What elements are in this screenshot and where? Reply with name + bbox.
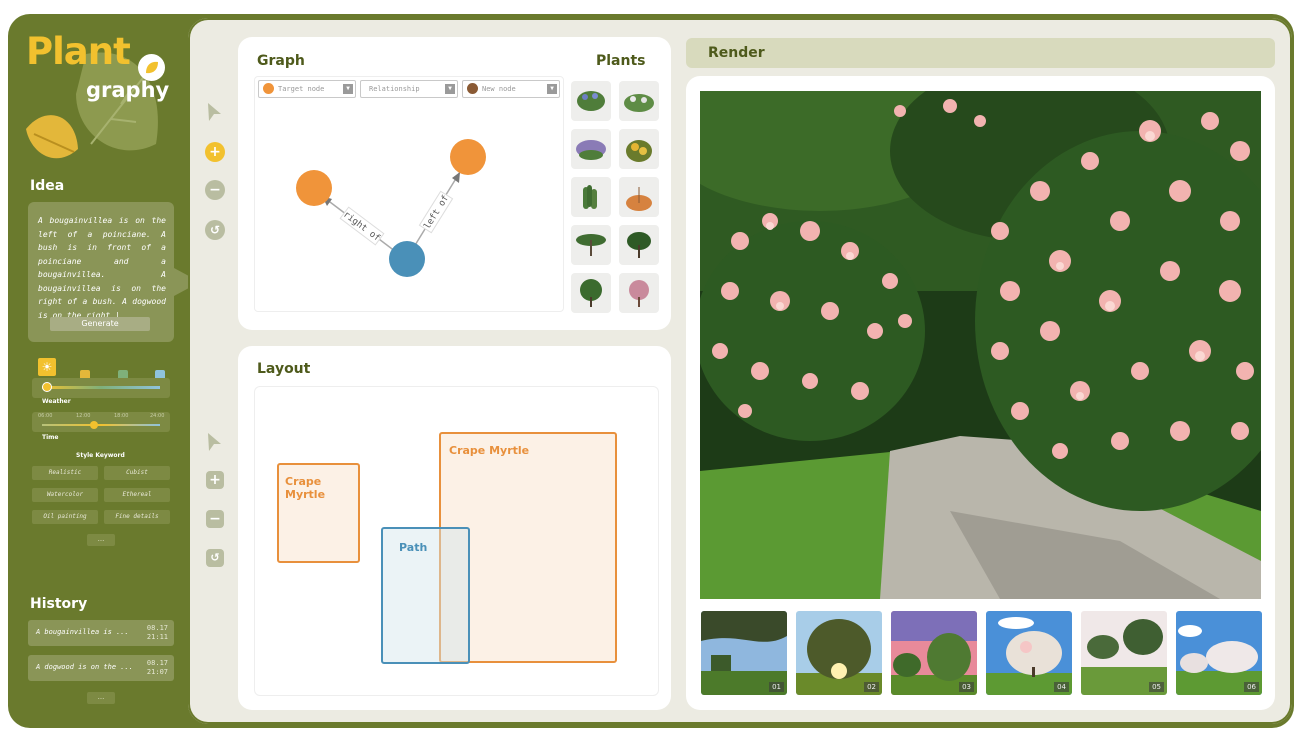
time-slider[interactable]: 06:00 12:00 18:00 24:00 — [32, 412, 170, 432]
layout-reset-icon[interactable]: ↺ — [206, 549, 224, 567]
idea-textarea[interactable]: A bougainvillea is on the left of a poin… — [38, 214, 166, 322]
plant-thumb[interactable] — [619, 177, 659, 217]
target-node-placeholder: Target node — [278, 85, 325, 93]
thumb-number: 03 — [959, 682, 974, 692]
reset-graph-icon[interactable]: ↺ — [205, 220, 225, 240]
time-tick: 06:00 — [38, 413, 53, 419]
plant-thumb[interactable] — [571, 81, 611, 121]
weather-slider-handle[interactable] — [42, 382, 52, 392]
new-node-select[interactable]: New node ▼ — [462, 80, 560, 98]
keyword-fine-details[interactable]: Fine details — [104, 510, 170, 524]
target-node-dot-icon — [263, 83, 274, 94]
render-thumb[interactable]: 06 — [1176, 611, 1262, 695]
weather-label: Weather — [42, 398, 71, 405]
weather-slider[interactable] — [32, 378, 170, 398]
edge-label: right of — [341, 210, 382, 244]
graph-node[interactable] — [389, 241, 425, 277]
thumb-number: 04 — [1054, 682, 1069, 692]
render-thumb[interactable]: 04 — [986, 611, 1072, 695]
graph-node[interactable] — [450, 139, 486, 175]
plant-thumb[interactable] — [571, 273, 611, 313]
layout-remove-icon[interactable]: − — [206, 510, 224, 528]
layout-cursor-tool-icon[interactable] — [206, 432, 222, 452]
layout-title: Layout — [257, 361, 311, 377]
plant-thumb[interactable] — [619, 81, 659, 121]
graph-view[interactable]: right of left of — [254, 100, 564, 310]
thumb-number: 06 — [1244, 682, 1259, 692]
render-thumb[interactable]: 03 — [891, 611, 977, 695]
history-item[interactable]: A bougainvillea is ... 08.17 21:11 — [28, 620, 174, 646]
layout-add-icon[interactable]: + — [206, 471, 224, 489]
keyword-watercolor[interactable]: Watercolor — [32, 488, 98, 502]
history-item-date: 08.17 21:11 — [146, 624, 168, 641]
layout-box-path[interactable]: Path — [381, 527, 470, 664]
layout-box-crape-myrtle[interactable]: Crape Myrtle — [277, 463, 360, 563]
graph-node[interactable] — [296, 170, 332, 206]
graph-title: Graph — [257, 53, 305, 69]
relationship-placeholder: Relationship — [369, 85, 420, 93]
idea-panel: A bougainvillea is on the left of a poin… — [28, 202, 174, 342]
layout-box-label: Crape Myrtle — [285, 475, 326, 501]
plants-title: Plants — [596, 53, 646, 69]
chevron-down-icon: ▼ — [547, 84, 557, 94]
thumb-number: 05 — [1149, 682, 1164, 692]
generate-button[interactable]: Generate — [50, 317, 150, 331]
logo-leaf-icon — [138, 54, 165, 81]
add-node-icon[interactable]: + — [205, 142, 225, 162]
cursor-tool-icon[interactable] — [206, 102, 222, 122]
time-tick: 18:00 — [114, 413, 129, 419]
remove-node-icon[interactable]: − — [205, 180, 225, 200]
relationship-select[interactable]: Relationship ▼ — [360, 80, 458, 98]
history-item-date: 08.17 21:07 — [146, 659, 168, 676]
history-item-text: A bougainvillea is ... — [36, 628, 129, 636]
plant-thumb[interactable] — [571, 129, 611, 169]
plant-thumb[interactable] — [619, 129, 659, 169]
more-history-button[interactable]: ... — [87, 692, 115, 704]
style-keyword-title: Style Keyword — [76, 452, 125, 459]
render-thumb[interactable]: 02 — [796, 611, 882, 695]
time-slider-handle[interactable] — [90, 421, 98, 429]
layout-box-label: Path — [399, 541, 428, 554]
idea-title: Idea — [30, 178, 65, 194]
plant-thumb[interactable] — [619, 273, 659, 313]
time-tick: 24:00 — [150, 413, 165, 419]
history-title: History — [30, 596, 88, 612]
keyword-realistic[interactable]: Realistic — [32, 466, 98, 480]
weather-sun-icon[interactable]: ☀ — [38, 358, 56, 376]
chevron-down-icon: ▼ — [343, 84, 353, 94]
more-keywords-button[interactable]: ... — [87, 534, 115, 546]
history-item-text: A dogwood is on the ... — [36, 663, 133, 671]
thumb-number: 01 — [769, 682, 784, 692]
keyword-cubist[interactable]: Cubist — [104, 466, 170, 480]
history-item[interactable]: A dogwood is on the ... 08.17 21:07 — [28, 655, 174, 681]
app-logo: Plant — [26, 30, 131, 73]
render-thumb[interactable]: 05 — [1081, 611, 1167, 695]
time-label: Time — [42, 434, 59, 441]
keyword-ethereal[interactable]: Ethereal — [104, 488, 170, 502]
plant-thumb[interactable] — [571, 177, 611, 217]
time-tick: 12:00 — [76, 413, 91, 419]
render-title: Render — [708, 45, 765, 61]
render-header: Render — [686, 38, 1275, 68]
render-image — [700, 91, 1261, 599]
layout-box-label: Crape Myrtle — [449, 444, 530, 457]
target-node-select[interactable]: Target node ▼ — [258, 80, 356, 98]
thumb-number: 02 — [864, 682, 879, 692]
new-node-dot-icon — [467, 83, 478, 94]
plant-thumb[interactable] — [571, 225, 611, 265]
chevron-down-icon: ▼ — [445, 84, 455, 94]
render-thumb[interactable]: 01 — [701, 611, 787, 695]
plant-thumb[interactable] — [619, 225, 659, 265]
app-logo-sub: graphy — [86, 78, 170, 102]
keyword-oil-painting[interactable]: Oil painting — [32, 510, 98, 524]
new-node-placeholder: New node — [482, 85, 516, 93]
